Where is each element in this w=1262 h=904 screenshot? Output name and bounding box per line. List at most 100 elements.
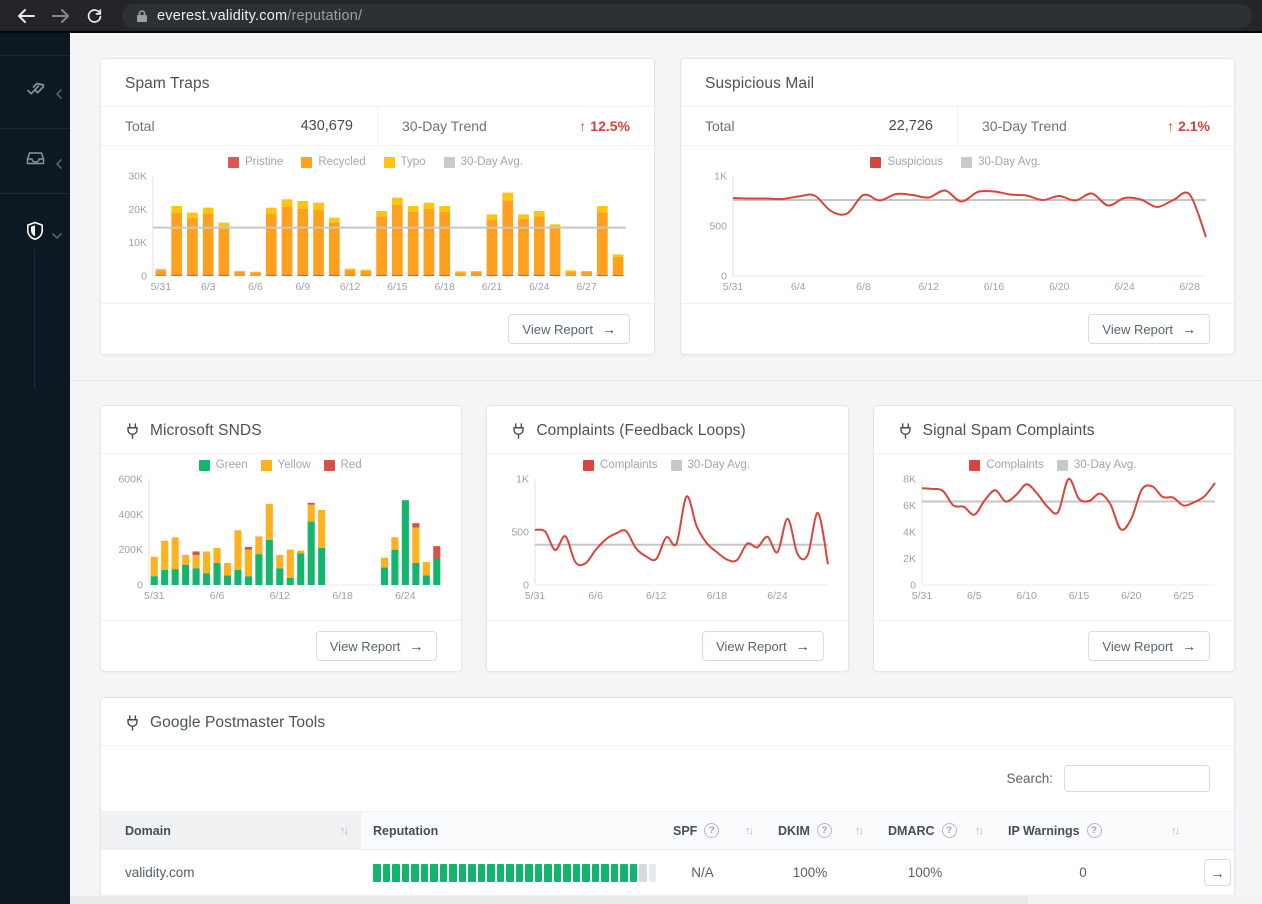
chevron-down-icon xyxy=(51,227,63,245)
svg-text:500: 500 xyxy=(709,221,727,233)
sort-icon[interactable]: ↑↓ xyxy=(975,825,984,837)
svg-text:6/4: 6/4 xyxy=(791,281,806,293)
view-report-button[interactable]: View Report → xyxy=(1088,631,1210,661)
column-header-dkim: DKIM xyxy=(778,823,810,838)
spam-traps-total-stat: Total 430,679 xyxy=(101,107,377,145)
arrow-right-icon: → xyxy=(795,638,810,654)
svg-text:6/5: 6/5 xyxy=(967,590,982,602)
suspicious-mail-chart: 0 500 1K 5/31 6/4 6/8 6/12 6/16 6/20 6/24 6/28 xyxy=(697,171,1214,298)
sort-icon[interactable]: ↑↓ xyxy=(855,825,864,837)
spam-traps-card: Spam Traps Total 430,679 30-Day Trend ↑ 1… xyxy=(100,58,655,355)
chevron-left-icon xyxy=(55,157,63,175)
trend-label: 30-Day Trend xyxy=(982,118,1067,134)
help-icon[interactable]: ? xyxy=(816,823,832,838)
sort-icon[interactable]: ↑↓ xyxy=(1171,825,1180,837)
legend-item: Pristine xyxy=(227,156,283,168)
legend-item: Typo xyxy=(383,156,426,168)
svg-text:6K: 6K xyxy=(903,500,916,512)
spam-traps-trend-stat: 30-Day Trend ↑ 12.5% xyxy=(377,107,654,145)
svg-text:6/18: 6/18 xyxy=(707,590,728,602)
trend-up-arrow-icon: ↑ xyxy=(579,118,587,134)
lock-icon xyxy=(137,9,147,22)
total-value: 22,726 xyxy=(888,118,933,134)
sort-icon[interactable]: ↑↓ xyxy=(745,825,754,837)
view-report-button[interactable]: View Report → xyxy=(315,631,438,661)
signal-spam-title: Signal Spam Complaints xyxy=(922,422,1095,439)
plug-icon xyxy=(511,422,526,440)
help-icon[interactable]: ? xyxy=(704,823,720,838)
refresh-button[interactable] xyxy=(80,3,108,29)
legend-item: 30-Day Avg. xyxy=(670,459,750,471)
legend-item: Complaints xyxy=(583,459,658,471)
app-window: everest.validity.com/reputation/ Spam Tr… xyxy=(0,0,1262,904)
svg-text:6/16: 6/16 xyxy=(984,281,1005,293)
inbox-icon xyxy=(26,150,45,171)
svg-text:6/24: 6/24 xyxy=(768,590,789,602)
microsoft-snds-chart: 0 200K 400K 600K 5/31 6/6 6/12 6/18 6/24 xyxy=(113,474,447,607)
total-label: Total xyxy=(705,118,735,134)
svg-text:6/15: 6/15 xyxy=(1068,590,1089,602)
svg-text:0: 0 xyxy=(137,580,143,592)
legend-item: 30-Day Avg. xyxy=(443,156,523,168)
ip-warnings-cell: 0 xyxy=(996,849,1192,896)
legend-item: Complaints xyxy=(969,459,1044,471)
view-report-button[interactable]: View Report → xyxy=(1088,314,1210,344)
svg-text:5/31: 5/31 xyxy=(525,590,546,602)
search-label: Search: xyxy=(1006,771,1053,786)
section-divider xyxy=(70,380,1262,381)
svg-text:6/3: 6/3 xyxy=(201,281,216,293)
svg-text:5/31: 5/31 xyxy=(144,590,165,602)
microsoft-snds-title: Microsoft SNDS xyxy=(150,422,262,439)
help-icon[interactable]: ? xyxy=(1086,823,1102,838)
sidebar-tree-line xyxy=(34,249,35,389)
column-header-spf: SPF xyxy=(673,823,698,838)
sidebar-item-inbox[interactable] xyxy=(0,147,70,181)
plug-icon xyxy=(125,422,140,440)
view-report-button[interactable]: View Report → xyxy=(702,631,824,661)
plug-icon xyxy=(125,714,140,732)
svg-text:6/18: 6/18 xyxy=(332,590,353,602)
legend-item: Recycled xyxy=(301,156,366,168)
svg-text:6/18: 6/18 xyxy=(434,281,455,293)
spf-cell: N/A xyxy=(661,849,766,896)
total-label: Total xyxy=(125,118,155,134)
microsoft-snds-card: Microsoft SNDS Green Yellow Red 0 200K 400K 6… xyxy=(100,405,463,672)
search-input[interactable] xyxy=(1064,765,1210,792)
sidebar-divider xyxy=(0,128,70,129)
back-button[interactable] xyxy=(12,3,40,29)
double-check-icon xyxy=(26,80,45,102)
spam-traps-chart: 0 10K 20K 30K 5/31 6/3 6/6 6/9 6/12 6/15 6/18 6/21 6… xyxy=(117,171,634,298)
sidebar-item-validation[interactable] xyxy=(0,77,70,111)
sort-icon[interactable]: ↑↓ xyxy=(340,825,349,837)
row-detail-button[interactable]: → xyxy=(1204,859,1231,886)
table-row: validity.com N/A 100% 100% 0 → xyxy=(101,849,1234,896)
svg-text:8K: 8K xyxy=(903,474,916,486)
svg-text:600K: 600K xyxy=(118,474,143,486)
sidebar-item-reputation[interactable] xyxy=(0,219,70,253)
svg-text:6/24: 6/24 xyxy=(1114,281,1135,293)
sidebar-divider xyxy=(0,193,70,194)
svg-text:6/12: 6/12 xyxy=(919,281,940,293)
legend-item: 30-Day Avg. xyxy=(961,156,1041,168)
svg-text:1K: 1K xyxy=(516,474,529,486)
dkim-cell: 100% xyxy=(766,849,876,896)
google-postmaster-card: Google Postmaster Tools Search: Domain ↑↓… xyxy=(100,697,1235,904)
svg-text:0: 0 xyxy=(141,271,147,283)
svg-text:6/6: 6/6 xyxy=(210,590,225,602)
svg-text:6/27: 6/27 xyxy=(576,281,597,293)
help-icon[interactable]: ? xyxy=(941,823,957,838)
svg-text:6/12: 6/12 xyxy=(646,590,667,602)
forward-button[interactable] xyxy=(46,3,74,29)
arrow-right-icon: → xyxy=(1182,321,1196,337)
complaints-title: Complaints (Feedback Loops) xyxy=(536,422,746,439)
view-report-button[interactable]: View Report → xyxy=(508,314,630,344)
sidebar xyxy=(0,33,70,904)
plug-icon xyxy=(898,422,913,440)
complaints-card: Complaints (Feedback Loops) Complaints 30… xyxy=(486,405,849,672)
total-value: 430,679 xyxy=(300,118,353,134)
svg-text:200K: 200K xyxy=(118,544,143,556)
svg-text:6/12: 6/12 xyxy=(340,281,361,293)
postmaster-table: Domain ↑↓ Reputation SPF? ↑↓ DKIM? ↑↓ DMARC… xyxy=(101,811,1234,896)
svg-text:6/15: 6/15 xyxy=(387,281,408,293)
url-address-bar[interactable]: everest.validity.com/reputation/ xyxy=(122,3,1252,28)
